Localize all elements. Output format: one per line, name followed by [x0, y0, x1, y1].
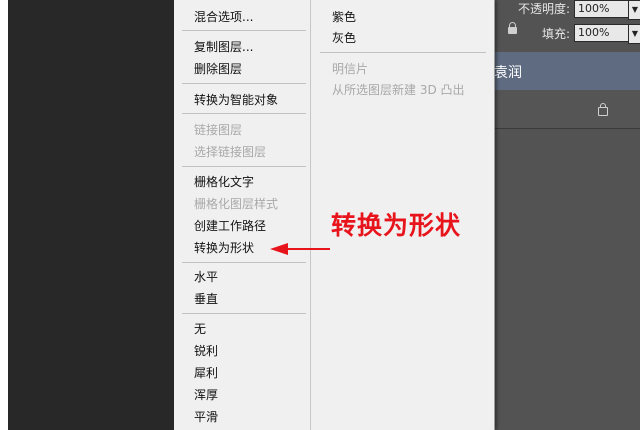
annotation-arrow [270, 243, 330, 255]
annotation-label: 转换为形状 [331, 211, 462, 240]
